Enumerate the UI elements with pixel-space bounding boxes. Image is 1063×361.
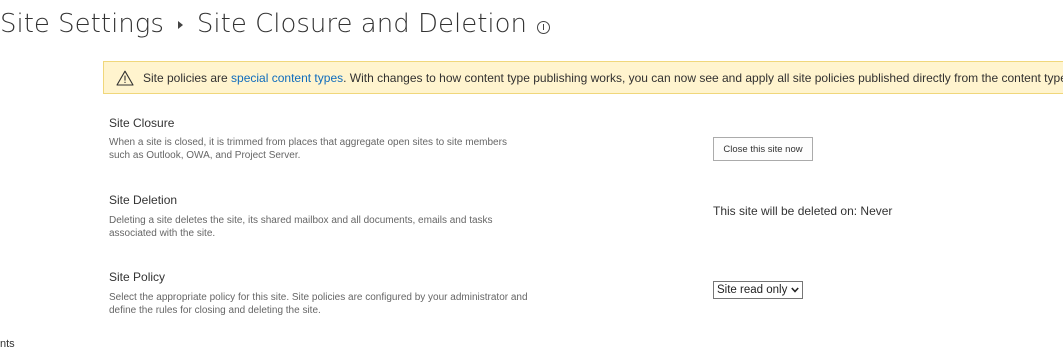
left-nav-partial-item[interactable]: nts (0, 337, 15, 351)
site-closure-title: Site Closure (109, 116, 175, 130)
site-policy-selected-value: Site read only (717, 284, 788, 296)
breadcrumb-separator-icon (177, 21, 183, 29)
site-policy-notice-banner: Site policies are special content types … (103, 61, 1063, 94)
warning-icon (116, 70, 134, 86)
site-policy-section: Site Policy Select the appropriate polic… (109, 270, 549, 317)
site-policy-select[interactable]: Site read only (713, 281, 804, 299)
special-content-types-link[interactable]: special content types (231, 71, 343, 85)
page-header: Site Settings Site Closure and Deletion (0, 4, 551, 44)
breadcrumb-site-settings-link[interactable]: Site Settings (0, 9, 164, 39)
site-deletion-title: Site Deletion (109, 193, 178, 207)
chevron-down-icon (791, 287, 800, 293)
site-policy-description: Select the appropriate policy for this s… (109, 292, 528, 316)
info-icon[interactable] (537, 20, 551, 34)
site-deletion-status: This site will be deleted on: Never (713, 204, 893, 218)
site-closure-description: When a site is closed, it is trimmed fro… (109, 137, 507, 161)
site-deletion-description: Deleting a site deletes the site, its sh… (109, 215, 493, 239)
site-closure-control: Close this site now (713, 137, 813, 161)
site-policy-title: Site Policy (109, 270, 166, 284)
page-title: Site Closure and Deletion (196, 9, 528, 39)
page: Site Settings Site Closure and Deletion … (0, 0, 1063, 361)
close-site-button[interactable]: Close this site now (713, 137, 813, 161)
site-deletion-section: Site Deletion Deleting a site deletes th… (109, 193, 549, 240)
banner-text-suffix: . With changes to how content type publi… (343, 70, 1063, 85)
banner-text-prefix: Site policies are (143, 70, 232, 85)
site-closure-section: Site Closure When a site is closed, it i… (109, 116, 549, 162)
site-policy-control: Site read only (713, 281, 804, 299)
